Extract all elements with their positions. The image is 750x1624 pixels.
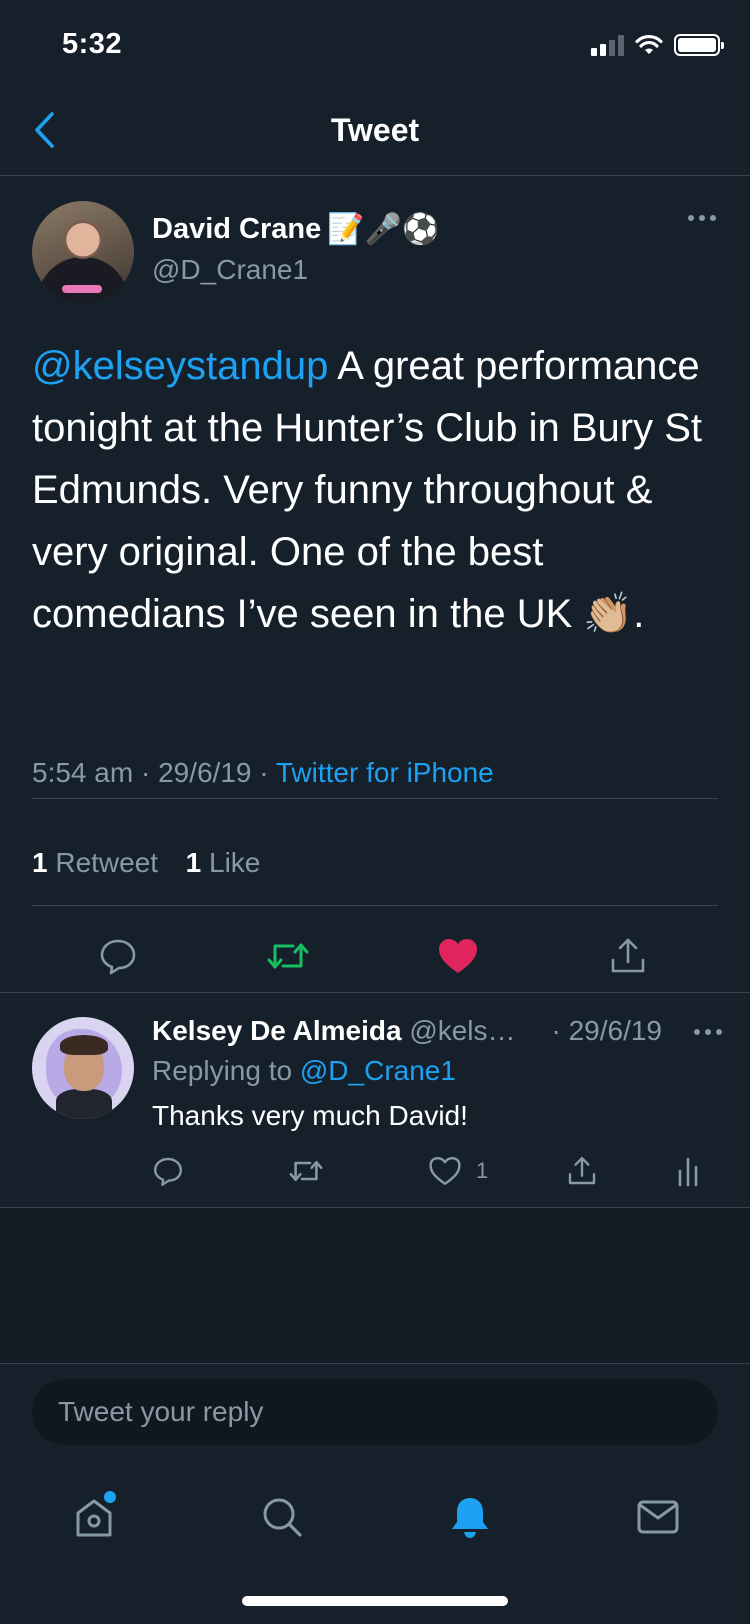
likes-stat[interactable]: 1 Like (186, 847, 261, 878)
like-button[interactable] (430, 928, 486, 984)
tweet-time: 5:54 am (32, 757, 134, 788)
reply-author-name[interactable]: Kelsey De Almeida (152, 1015, 402, 1046)
tweet-date: 29/6/19 (158, 757, 252, 788)
reply-reply-button[interactable] (152, 1151, 184, 1191)
comment-icon (154, 1157, 182, 1186)
home-indicator[interactable] (242, 1596, 508, 1606)
mail-icon (637, 1500, 679, 1534)
reply-more-options-button[interactable] (694, 1029, 722, 1035)
reply-composer (0, 1363, 750, 1453)
tweet-text: @kelseystandup A great performance tonig… (32, 335, 722, 645)
cellular-signal-icon (591, 34, 624, 56)
reply-header: Kelsey De Almeida @kels… · 29/6/19 (152, 1015, 722, 1051)
retweets-stat[interactable]: 1 Retweet (32, 847, 158, 878)
tweet-stats: 1 Retweet 1 Like (32, 847, 260, 879)
retweet-button[interactable] (260, 928, 316, 984)
share-icon (568, 1157, 596, 1185)
tab-home[interactable] (66, 1489, 122, 1545)
reply-date: · 29/6/19 (551, 1015, 662, 1046)
reply-retweet-button[interactable] (288, 1151, 324, 1191)
retweet-icon (267, 943, 309, 969)
heart-icon (429, 1157, 461, 1185)
author-handle[interactable]: @D_Crane1 (152, 254, 308, 286)
tweet-source-link[interactable]: Twitter for iPhone (276, 757, 494, 788)
author-name-row[interactable]: David Crane 📝🎤⚽ (152, 213, 439, 246)
reply-author-avatar[interactable] (32, 1017, 134, 1119)
status-bar: 5:32 (0, 0, 750, 88)
reply-tweet[interactable]: Kelsey De Almeida @kels… · 29/6/19 Reply… (0, 992, 750, 1208)
more-options-button[interactable] (688, 215, 716, 221)
new-tweets-dot (104, 1491, 116, 1503)
status-time: 5:32 (62, 28, 123, 60)
reply-like-count: 1 (476, 1158, 489, 1183)
tab-messages[interactable] (630, 1489, 686, 1545)
reply-action-bar: 1 (0, 1145, 750, 1195)
tweet-detail-screen: 5:32 Tweet David Crane 📝🎤⚽ @D_Crane1 @ke… (0, 0, 750, 1624)
author-avatar[interactable] (32, 201, 134, 303)
search-icon (263, 1498, 302, 1537)
status-icons (591, 30, 724, 60)
reply-author-handle[interactable]: @kels… (409, 1015, 515, 1046)
battery-icon (674, 34, 724, 56)
share-icon (611, 938, 645, 973)
author-emojis: 📝🎤⚽ (327, 212, 440, 246)
reply-share-button[interactable] (566, 1151, 598, 1191)
tab-search[interactable] (254, 1489, 310, 1545)
page-title: Tweet (330, 112, 420, 148)
divider (32, 905, 718, 906)
tab-notifications[interactable] (442, 1489, 498, 1545)
reply-analytics-button[interactable] (676, 1151, 700, 1191)
replying-to: Replying to @D_Crane1 (152, 1055, 456, 1086)
reply-button[interactable] (90, 928, 146, 984)
comment-icon (100, 939, 136, 975)
retweet-icon (289, 1160, 323, 1182)
tweet-meta: 5:54 am · 29/6/19 · Twitter for iPhone (32, 757, 494, 788)
wifi-icon (635, 34, 663, 54)
notifications-bell-icon (452, 1498, 488, 1538)
reply-text: Thanks very much David! (152, 1100, 468, 1131)
tab-bar (0, 1453, 750, 1573)
divider (32, 798, 718, 799)
author-name: David Crane (152, 213, 322, 245)
replying-to-handle[interactable]: @D_Crane1 (300, 1055, 456, 1086)
empty-area (0, 1208, 750, 1363)
analytics-icon (678, 1157, 698, 1187)
heart-filled-icon (439, 939, 477, 973)
reply-input[interactable] (32, 1379, 718, 1445)
nav-header: Tweet (0, 88, 750, 176)
mention-link[interactable]: @kelseystandup (32, 344, 328, 388)
reply-like-button[interactable]: 1 (428, 1151, 488, 1191)
share-button[interactable] (600, 928, 656, 984)
tweet-action-bar (0, 912, 750, 998)
